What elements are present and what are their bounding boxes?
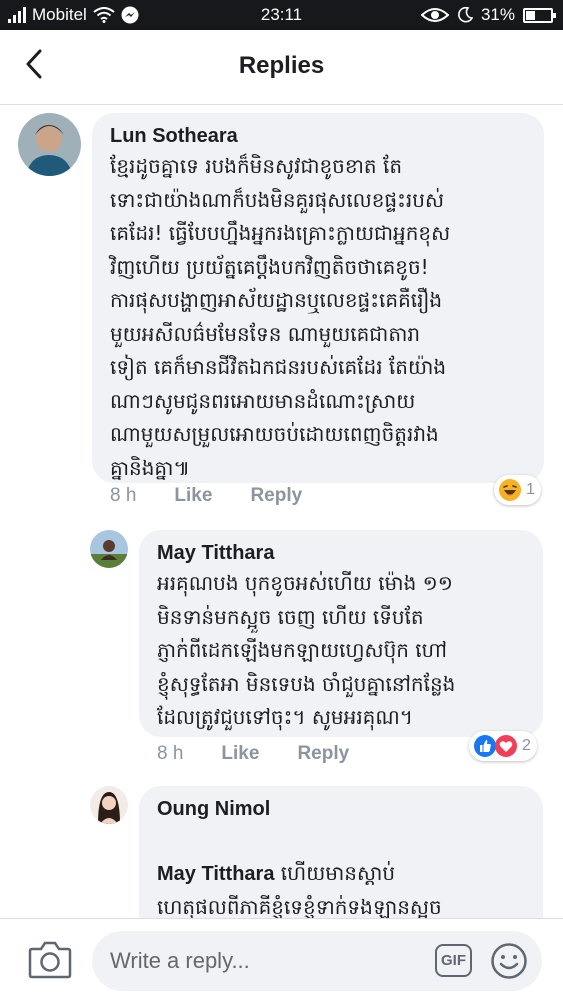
battery-icon [523, 7, 556, 23]
like-button[interactable]: Like [221, 743, 259, 765]
mention-link[interactable]: May Titthara [157, 863, 274, 885]
comment-time: 8 h [157, 743, 184, 764]
moon-icon [458, 7, 473, 23]
header: Replies [0, 30, 563, 105]
reaction-summary[interactable]: 1 [494, 475, 541, 505]
comment-bubble[interactable]: Lun Sotheara ខ្មែរដូចគ្នាទេ របងក៏មិនសូវជ… [92, 113, 544, 483]
eye-icon [420, 8, 449, 22]
comment-actions: 8 h Like Reply [110, 485, 340, 507]
like-button[interactable]: Like [174, 485, 212, 507]
comment-text: អរគុណបង បុកខូចអស់ហើយ ម៉ោង ១១ មិនទាន់មកស្… [157, 571, 456, 729]
haha-reaction-icon [499, 479, 521, 501]
smiley-icon[interactable] [490, 942, 528, 980]
comment-bubble[interactable]: May Titthara អរគុណបង បុកខូចអស់ហើយ ម៉ោង ១… [139, 530, 543, 737]
comment-author[interactable]: Oung Nimol [157, 798, 270, 821]
camera-icon[interactable] [28, 939, 72, 979]
reply-button[interactable]: Reply [250, 485, 302, 507]
battery-percent: 31% [480, 5, 515, 24]
page-title: Replies [238, 52, 325, 79]
avatar[interactable] [90, 530, 128, 568]
comment-text: ខ្មែរដូចគ្នាទេ របងក៏មិនសូវជាខូចខាត តែ ទោ… [110, 154, 451, 480]
reaction-count: 2 [522, 737, 531, 754]
love-reaction-icon [495, 735, 517, 757]
avatar[interactable] [90, 786, 128, 824]
reply-button[interactable]: Reply [297, 743, 349, 765]
reply-input[interactable]: Write a reply... GIF [92, 931, 542, 991]
comment-time: 8 h [110, 485, 137, 506]
status-bar-right: 31% [420, 5, 556, 25]
comment-author[interactable]: May Titthara [157, 542, 274, 565]
gif-icon[interactable]: GIF [435, 944, 472, 977]
status-bar: Mobitel 23:11 31% [0, 0, 563, 30]
comment-author[interactable]: Lun Sotheara [110, 125, 238, 148]
comment-text-line: ហើយមានស្តាប់ [274, 860, 396, 885]
reply-composer: Write a reply... GIF [0, 918, 563, 1000]
avatar[interactable] [18, 113, 81, 176]
reaction-count: 1 [526, 481, 535, 498]
reaction-summary[interactable]: 2 [469, 731, 537, 761]
reply-placeholder: Write a reply... [110, 948, 250, 973]
comment-actions: 8 h Like Reply [157, 743, 387, 765]
